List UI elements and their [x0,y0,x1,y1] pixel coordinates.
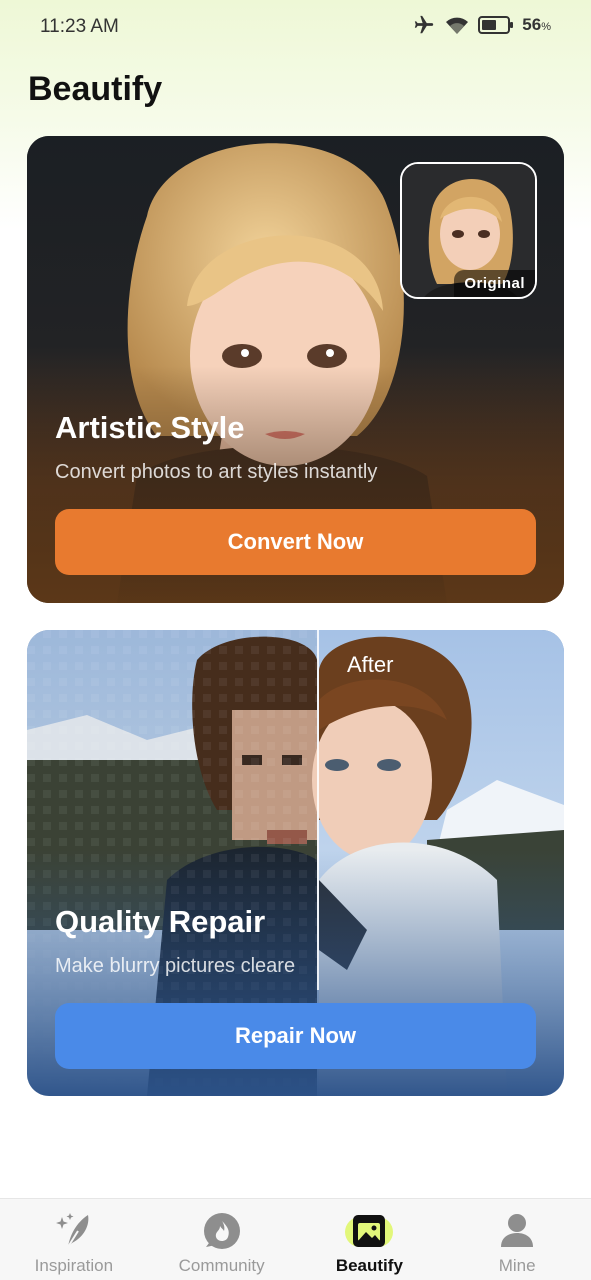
artistic-style-title: Artistic Style [55,410,245,445]
image-icon [345,1211,394,1251]
flame-chat-icon [200,1211,244,1251]
battery-icon [478,16,514,34]
artistic-style-card[interactable]: Original Artistic Style Convert photos t… [27,136,564,603]
original-thumbnail[interactable]: Original [400,162,537,299]
after-label: After [347,652,394,677]
tab-label: Community [178,1256,265,1275]
tab-community[interactable]: Community [148,1199,296,1280]
status-bar: 11:23 AM 56% [0,0,591,56]
artistic-style-subtitle: Convert photos to art styles instantly [55,461,378,483]
page-title: Beautify [28,70,163,108]
feather-sparkle-icon [52,1211,96,1251]
tab-label: Beautify [335,1256,403,1275]
before-after-divider[interactable] [317,630,319,990]
tab-beautify[interactable]: Beautify [296,1199,444,1280]
wifi-icon [446,17,469,34]
status-icons: 56% [412,14,551,36]
tab-mine[interactable]: Mine [443,1199,591,1280]
tab-label: Mine [498,1256,536,1275]
tab-label: Inspiration [34,1256,114,1275]
airplane-icon [415,15,434,34]
convert-now-button[interactable]: Convert Now [55,509,536,575]
tab-inspiration[interactable]: Inspiration [0,1199,148,1280]
quality-repair-card[interactable]: After Quality Repair Make blurry picture… [27,630,564,1096]
status-time: 11:23 AM [40,16,119,37]
person-icon [495,1211,539,1251]
repair-now-button[interactable]: Repair Now [55,1003,536,1069]
quality-repair-title: Quality Repair [55,904,266,939]
battery-percent: 56% [522,15,551,34]
quality-repair-subtitle: Make blurry pictures cleare [55,955,296,977]
bottom-tab-bar: Inspiration Community Beautify Mine [0,1198,591,1280]
original-label: Original [454,270,535,297]
